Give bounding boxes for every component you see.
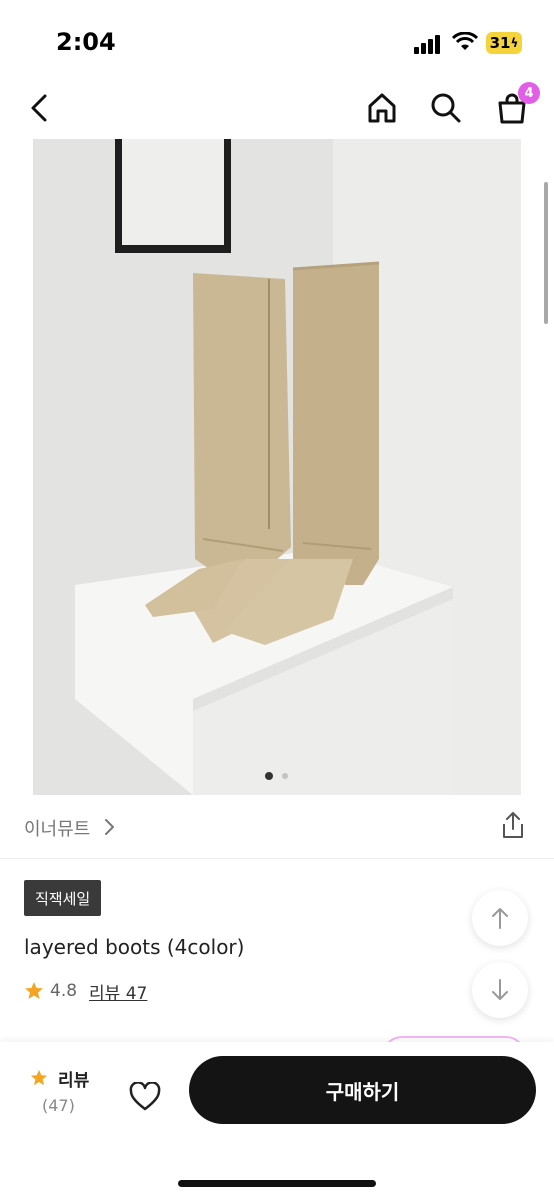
arrow-down-icon — [492, 979, 508, 1000]
search-icon — [431, 93, 461, 123]
product-title: layered boots (4color) — [24, 935, 245, 959]
star-icon — [30, 1069, 48, 1086]
scroll-indicator[interactable] — [544, 182, 548, 324]
rating-value: 4.8 — [50, 981, 78, 1001]
battery-indicator: 31 ϟ — [486, 32, 522, 54]
brand-row: 이너뮤트 — [0, 796, 554, 859]
search-button[interactable] — [424, 86, 468, 130]
share-icon — [503, 812, 523, 838]
back-button[interactable] — [18, 86, 62, 130]
nav-bar: 4 — [0, 80, 554, 138]
home-icon — [368, 93, 396, 123]
review-link[interactable]: 리뷰 47 — [89, 979, 147, 1004]
review-label: 리뷰 — [58, 1071, 90, 1091]
brand-link[interactable]: 이너뮤트 — [24, 815, 90, 841]
bottom-bar: 리뷰 (47) 구매하기 — [0, 1042, 554, 1200]
sale-badge: 직잭세일 — [24, 880, 102, 916]
cart-button[interactable]: 4 — [490, 82, 540, 130]
scroll-up-button[interactable] — [472, 890, 528, 946]
share-button[interactable] — [496, 808, 530, 842]
arrow-up-icon — [492, 908, 508, 929]
product-photo — [33, 139, 521, 795]
cart-count-badge: 4 — [518, 82, 540, 104]
status-time: 2:04 — [56, 28, 116, 56]
status-bar: 2:04 31 ϟ — [0, 0, 554, 80]
signal-icon — [414, 35, 440, 54]
chevron-right-icon[interactable] — [102, 818, 116, 836]
heart-icon — [129, 1082, 161, 1111]
charging-icon: ϟ — [510, 36, 519, 50]
buy-button[interactable]: 구매하기 — [189, 1056, 536, 1124]
home-button[interactable] — [360, 86, 404, 130]
rating-row: 4.8 리뷰 47 — [24, 978, 147, 1004]
battery-level: 31 — [489, 34, 511, 52]
star-icon — [25, 982, 43, 999]
home-indicator[interactable] — [178, 1180, 376, 1187]
chevron-left-icon — [31, 94, 47, 122]
review-count: (47) — [42, 1096, 75, 1115]
scroll-down-button[interactable] — [472, 962, 528, 1018]
wishlist-button[interactable] — [124, 1076, 166, 1118]
wifi-icon — [452, 32, 478, 50]
product-image[interactable] — [33, 139, 521, 795]
